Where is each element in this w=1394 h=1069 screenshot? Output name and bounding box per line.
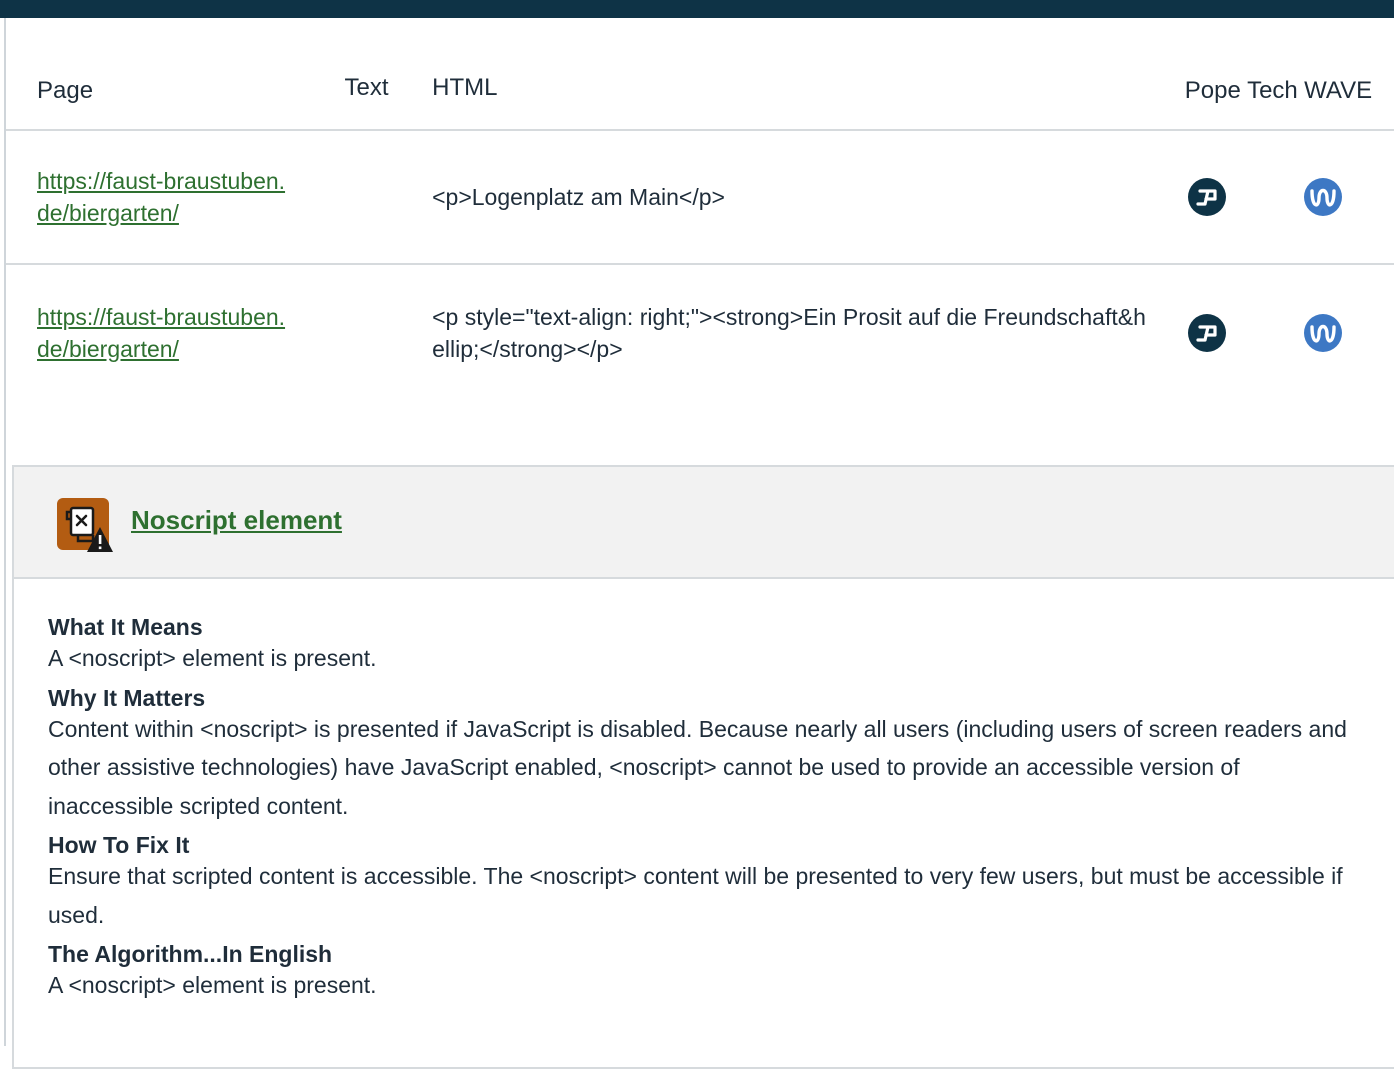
column-header-html: HTML xyxy=(432,18,1185,131)
wave-icon[interactable] xyxy=(1304,178,1343,216)
text-cell xyxy=(344,130,433,265)
html-cell: <p>Logenplatz am Main</p> xyxy=(432,130,1185,265)
what-it-means-text: A <noscript> element is present. xyxy=(48,645,377,671)
algorithm-text: A <noscript> element is present. xyxy=(48,972,377,998)
wave-cell xyxy=(1304,264,1394,400)
noscript-alert-icon xyxy=(56,497,114,555)
html-snippet: <p>Logenplatz am Main</p> xyxy=(432,184,725,210)
html-snippet: <p style="text-align: right;"><strong>Ei… xyxy=(432,303,1146,362)
how-to-fix-text: Ensure that scripted content is accessib… xyxy=(48,863,1343,928)
panel-body: What It Means A <noscript> element is pr… xyxy=(14,579,1368,1005)
wave-icon[interactable] xyxy=(1304,313,1343,352)
panel-title-link[interactable]: Noscript element xyxy=(131,505,342,536)
page-link[interactable]: https://faust-braustuben.de/biergarten/ xyxy=(37,301,297,365)
results-table: Page Text HTML Pope Tech WAVE https://fa… xyxy=(6,18,1394,400)
page-cell: https://faust-braustuben.de/biergarten/ xyxy=(6,264,345,400)
wave-cell xyxy=(1304,130,1394,265)
table-row: https://faust-braustuben.de/biergarten/ … xyxy=(6,130,1394,265)
pope-tech-cell xyxy=(1185,264,1304,400)
top-bar xyxy=(0,0,1394,18)
pope-tech-cell xyxy=(1184,130,1305,265)
why-it-matters-text: Content within <noscript> is presented i… xyxy=(48,715,1347,819)
column-header-text: Text xyxy=(344,18,433,131)
panel-header: Noscript element xyxy=(14,467,1394,579)
table-row: https://faust-braustuben.de/biergarten/ … xyxy=(6,264,1394,400)
column-header-pope-tech: Pope Tech xyxy=(1184,18,1305,131)
page-link[interactable]: https://faust-braustuben.de/biergarten/ xyxy=(37,165,297,229)
column-header-page: Page xyxy=(6,18,345,131)
pope-tech-icon[interactable] xyxy=(1187,313,1226,352)
column-header-wave: WAVE xyxy=(1304,18,1394,131)
pope-tech-icon[interactable] xyxy=(1187,178,1226,216)
noscript-detail-panel: Noscript element What It Means A <noscri… xyxy=(12,465,1394,1069)
table-header-row: Page Text HTML Pope Tech WAVE xyxy=(6,18,1394,131)
text-cell xyxy=(345,264,433,400)
page-cell: https://faust-braustuben.de/biergarten/ xyxy=(6,130,345,265)
html-cell: <p style="text-align: right;"><strong>Ei… xyxy=(432,264,1185,400)
